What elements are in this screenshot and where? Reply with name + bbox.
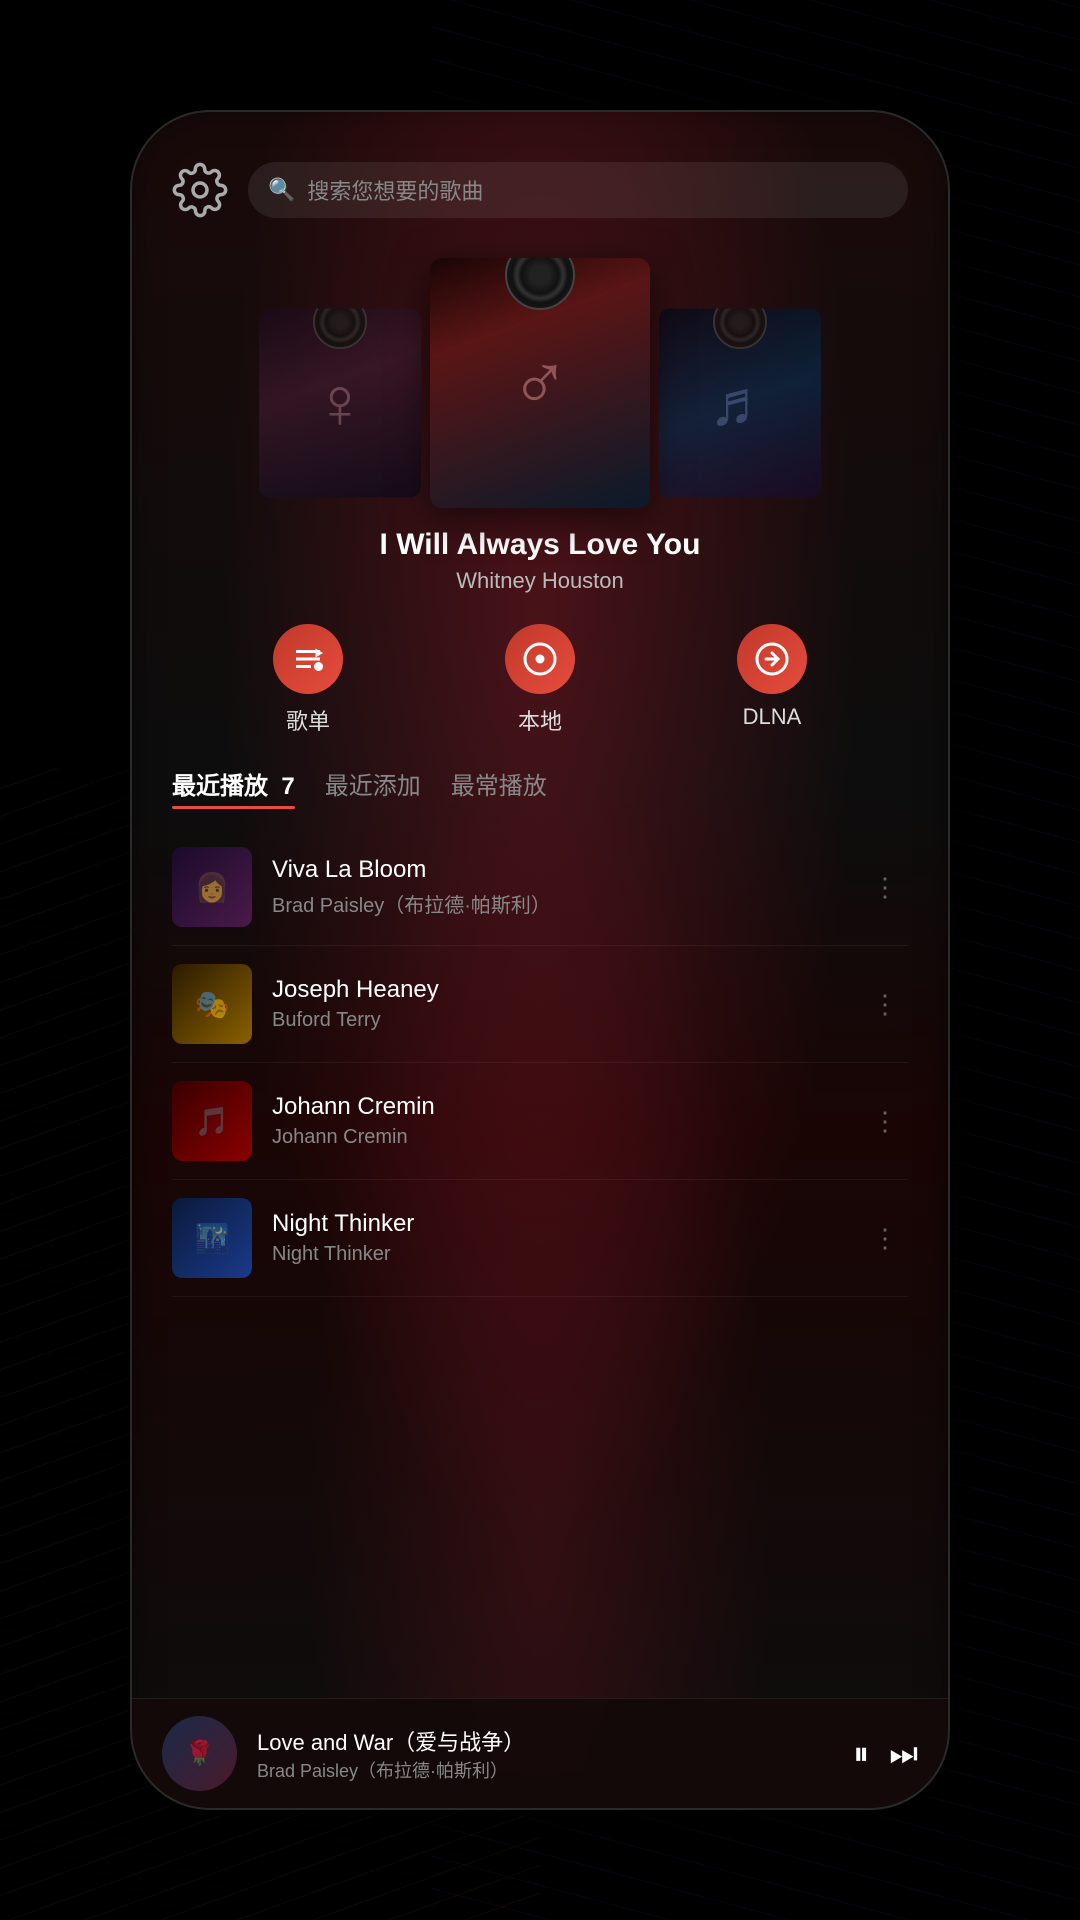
song-item[interactable]: 🎵 Johann Cremin Johann Cremin ⋮ xyxy=(172,1063,908,1180)
tab-frequent[interactable]: 最常播放 xyxy=(451,766,547,809)
song-title-2: Joseph Heaney xyxy=(272,976,842,1004)
song-title-1: Viva La Bloom xyxy=(272,856,842,884)
playback-controls: ⏸ ⏭ xyxy=(853,1735,918,1773)
playlist-icon xyxy=(273,624,343,694)
category-dlna-label: DLNA xyxy=(743,704,802,730)
category-local[interactable]: 本地 xyxy=(505,624,575,736)
settings-icon[interactable] xyxy=(172,162,228,218)
tabs: 最近播放 7 最近添加 最常播放 xyxy=(172,766,908,809)
song-thumb-2: 🎭 xyxy=(172,964,252,1044)
song-item[interactable]: 🎭 Joseph Heaney Buford Terry ⋮ xyxy=(172,946,908,1063)
album-left[interactable] xyxy=(259,309,421,498)
song-info-2: Joseph Heaney Buford Terry xyxy=(272,976,842,1032)
search-placeholder: 搜索您想要的歌曲 xyxy=(307,174,483,206)
category-local-label: 本地 xyxy=(518,704,562,736)
song-artist-3: Johann Cremin xyxy=(272,1126,842,1149)
song-item[interactable]: 🌃 Night Thinker Night Thinker ⋮ xyxy=(172,1180,908,1297)
song-more-2[interactable]: ⋮ xyxy=(862,979,908,1030)
categories: 歌单 本地 DLNA xyxy=(172,624,908,736)
album-center[interactable] xyxy=(430,258,650,508)
header: 🔍 搜索您想要的歌曲 xyxy=(172,162,908,218)
now-bar-thumb: 🌹 xyxy=(162,1716,237,1791)
featured-title: I Will Always Love You xyxy=(172,528,908,562)
song-more-3[interactable]: ⋮ xyxy=(862,1096,908,1147)
now-bar-info: Love and War（爱与战争） Brad Paisley（布拉德·帕斯利） xyxy=(257,1725,833,1783)
song-thumb-3: 🎵 xyxy=(172,1081,252,1161)
album-right[interactable] xyxy=(659,309,821,498)
song-info-3: Johann Cremin Johann Cremin xyxy=(272,1093,842,1149)
song-artist-2: Buford Terry xyxy=(272,1009,842,1032)
pause-button[interactable]: ⏸ xyxy=(853,1735,869,1773)
phone-frame: 🔍 搜索您想要的歌曲 I Will Always Love You Whitne… xyxy=(130,110,950,1810)
category-playlist-label: 歌单 xyxy=(286,704,330,736)
next-button[interactable]: ⏭ xyxy=(889,1735,918,1773)
song-item[interactable]: 👩 Viva La Bloom Brad Paisley（布拉德·帕斯利） ⋮ xyxy=(172,829,908,946)
tab-added[interactable]: 最近添加 xyxy=(325,766,421,809)
phone-content: 🔍 搜索您想要的歌曲 I Will Always Love You Whitne… xyxy=(132,112,948,1808)
now-playing-bar: 🌹 Love and War（爱与战争） Brad Paisley（布拉德·帕斯… xyxy=(132,1698,948,1808)
song-info-4: Night Thinker Night Thinker xyxy=(272,1210,842,1266)
song-info-1: Viva La Bloom Brad Paisley（布拉德·帕斯利） xyxy=(272,856,842,918)
song-title-3: Johann Cremin xyxy=(272,1093,842,1121)
local-icon xyxy=(505,624,575,694)
featured-artist: Whitney Houston xyxy=(172,568,908,594)
song-list: 👩 Viva La Bloom Brad Paisley（布拉德·帕斯利） ⋮ … xyxy=(172,829,908,1808)
category-dlna[interactable]: DLNA xyxy=(737,624,807,736)
song-artist-4: Night Thinker xyxy=(272,1243,842,1266)
album-carousel xyxy=(172,248,908,508)
song-more-4[interactable]: ⋮ xyxy=(862,1213,908,1264)
now-bar-artist: Brad Paisley（布拉德·帕斯利） xyxy=(257,1757,833,1783)
song-artist-1: Brad Paisley（布拉德·帕斯利） xyxy=(272,889,842,918)
song-thumb-1: 👩 xyxy=(172,847,252,927)
now-bar-title: Love and War（爱与战争） xyxy=(257,1725,833,1757)
song-thumb-4: 🌃 xyxy=(172,1198,252,1278)
search-icon: 🔍 xyxy=(268,177,295,203)
search-bar[interactable]: 🔍 搜索您想要的歌曲 xyxy=(248,162,908,218)
dlna-icon xyxy=(737,624,807,694)
tab-recent[interactable]: 最近播放 7 xyxy=(172,766,295,809)
song-more-1[interactable]: ⋮ xyxy=(862,862,908,913)
song-title-4: Night Thinker xyxy=(272,1210,842,1238)
category-playlist[interactable]: 歌单 xyxy=(273,624,343,736)
